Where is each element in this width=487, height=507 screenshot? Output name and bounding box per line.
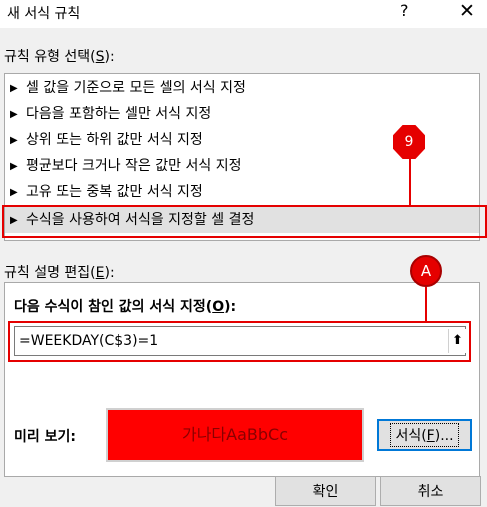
format-preview: 가나다AaBbCc	[106, 408, 364, 462]
callout-connector-9	[409, 159, 411, 207]
triangle-right-icon: ▶	[10, 161, 18, 172]
rule-description-label: 규칙 설명 편집(E):	[4, 265, 115, 281]
rule-type-label: 규칙 유형 선택(S):	[4, 49, 115, 65]
preview-label: 미리 보기:	[14, 429, 76, 445]
callout-badge-a: A	[410, 255, 442, 287]
triangle-right-icon: ▶	[10, 187, 18, 198]
dialog-title: 새 서식 규칙	[7, 6, 81, 22]
help-icon[interactable]: ?	[400, 1, 409, 20]
rule-type-item[interactable]: ▶ 고유 또는 중복 값만 서식 지정	[10, 179, 476, 205]
triangle-right-icon: ▶	[10, 83, 18, 94]
rule-type-item[interactable]: ▶ 셀 값을 기준으로 모든 셀의 서식 지정	[10, 75, 476, 101]
triangle-right-icon: ▶	[10, 109, 18, 120]
cancel-button[interactable]: 취소	[380, 476, 481, 506]
triangle-right-icon: ▶	[10, 135, 18, 146]
ok-button[interactable]: 확인	[275, 476, 376, 506]
formula-condition-label: 다음 수식이 참인 값의 서식 지정(O):	[14, 299, 237, 315]
formula-highlight	[8, 321, 471, 362]
rule-type-item[interactable]: ▶ 다음을 포함하는 셀만 서식 지정	[10, 101, 476, 127]
close-icon[interactable]: ✕	[459, 0, 475, 22]
callout-connector-a	[425, 287, 427, 322]
format-button[interactable]: 서식(F)...	[377, 419, 472, 451]
selected-rule-highlight	[2, 205, 487, 238]
